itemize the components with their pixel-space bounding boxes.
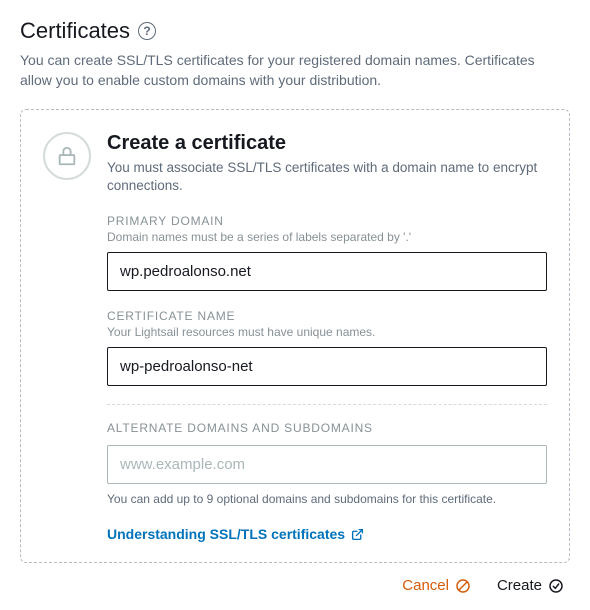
- alternate-domains-hint: You can add up to 9 optional domains and…: [107, 492, 547, 506]
- card-subtitle: You must associate SSL/TLS certificates …: [107, 159, 547, 197]
- certificate-name-input[interactable]: [107, 347, 547, 386]
- alternate-domain-input[interactable]: [107, 445, 547, 484]
- help-icon[interactable]: ?: [138, 22, 156, 40]
- alternate-domains-label: ALTERNATE DOMAINS AND SUBDOMAINS: [107, 421, 547, 435]
- create-button[interactable]: Create: [495, 575, 566, 596]
- divider: [107, 404, 547, 405]
- lock-icon: [43, 132, 91, 180]
- card-title: Create a certificate: [107, 132, 547, 155]
- primary-domain-hint: Domain names must be a series of labels …: [107, 230, 547, 244]
- create-certificate-card: Create a certificate You must associate …: [20, 109, 570, 564]
- certificate-name-hint: Your Lightsail resources must have uniqu…: [107, 325, 547, 339]
- page-description: You can create SSL/TLS certificates for …: [20, 50, 560, 91]
- cancel-icon: [455, 578, 471, 594]
- cancel-button[interactable]: Cancel: [400, 575, 473, 596]
- primary-domain-label: PRIMARY DOMAIN: [107, 214, 547, 228]
- cancel-label: Cancel: [402, 577, 449, 594]
- understanding-ssl-link[interactable]: Understanding SSL/TLS certificates: [107, 526, 364, 542]
- primary-domain-input[interactable]: [107, 252, 547, 291]
- external-link-icon: [351, 528, 364, 541]
- link-label: Understanding SSL/TLS certificates: [107, 526, 345, 542]
- certificate-name-label: CERTIFICATE NAME: [107, 309, 547, 323]
- create-label: Create: [497, 577, 542, 594]
- page-title: Certificates: [20, 18, 130, 44]
- check-circle-icon: [548, 578, 564, 594]
